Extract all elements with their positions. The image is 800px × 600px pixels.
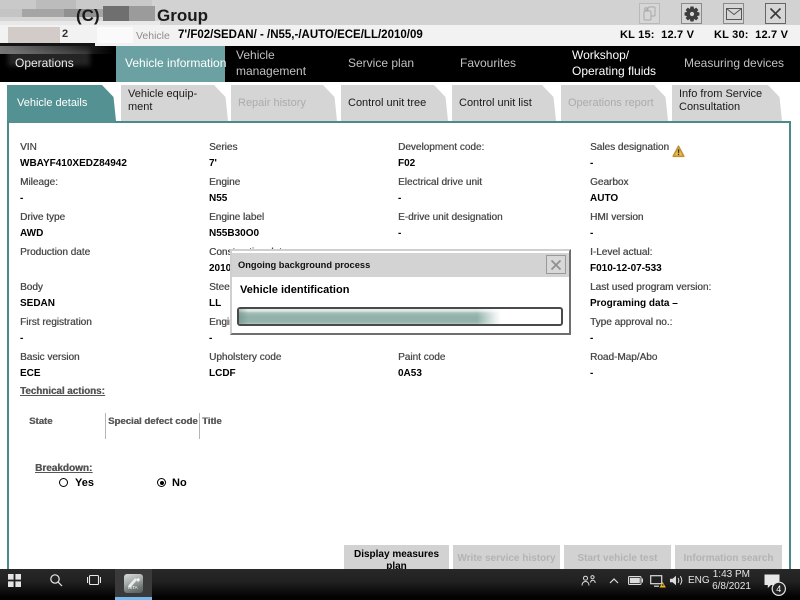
svg-text:4: 4 [776, 584, 781, 594]
svg-text:ISTA: ISTA [128, 585, 138, 590]
